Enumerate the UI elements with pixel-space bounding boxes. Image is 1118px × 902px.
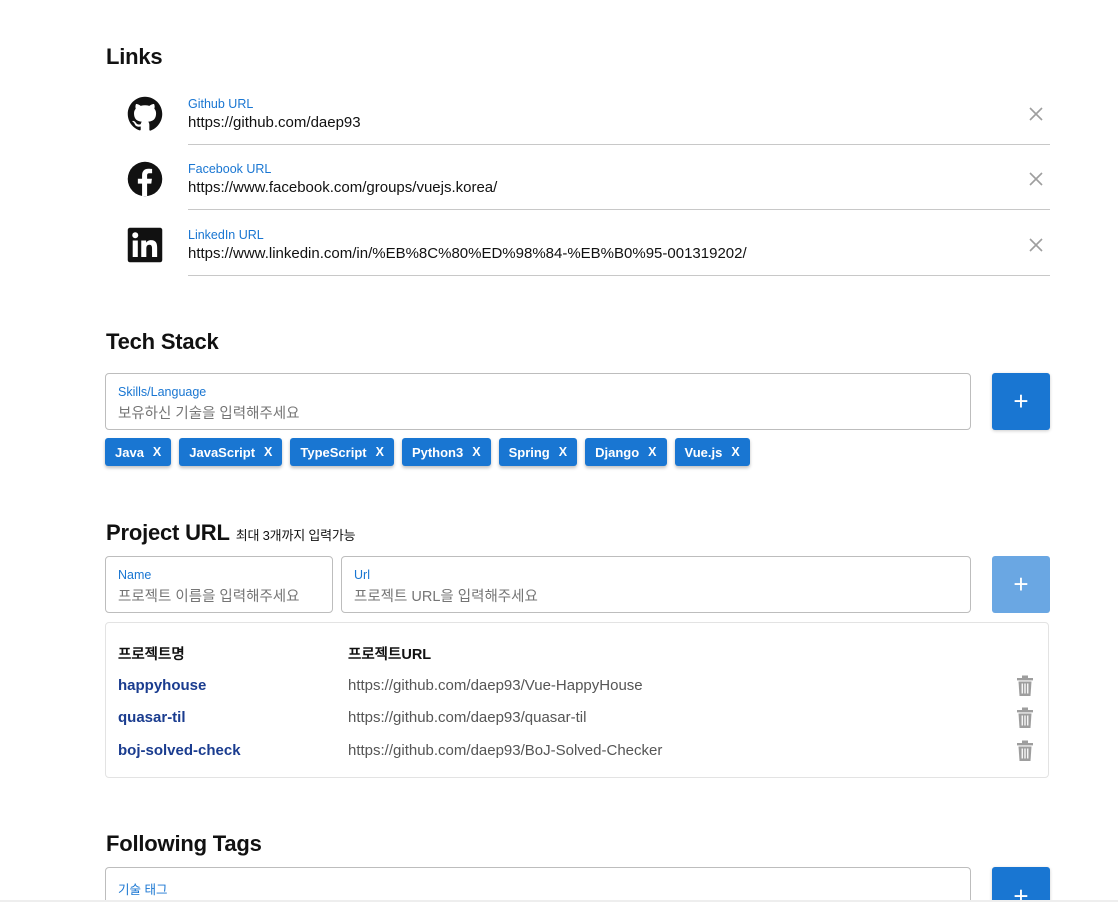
facebook-url-field[interactable]: Facebook URL https://www.facebook.com/gr… [188, 154, 1050, 210]
linkedin-url-value[interactable]: https://www.linkedin.com/in/%EB%8C%80%ED… [188, 245, 747, 262]
project-name-link[interactable]: happyhouse [118, 677, 206, 694]
skill-chip[interactable]: Python3 X [401, 438, 491, 466]
skills-input-label: Skills/Language [118, 385, 207, 399]
table-row: happyhouse https://github.com/daep93/Vue… [106, 673, 1048, 703]
github-link-row: Github URL https://github.com/daep93 [106, 89, 1050, 145]
skill-chip[interactable]: Vue.js X [674, 438, 750, 466]
table-row: quasar-til https://github.com/daep93/qua… [106, 705, 1048, 735]
project-name-link[interactable]: boj-solved-check [118, 742, 241, 759]
github-clear-icon[interactable] [1026, 104, 1046, 124]
skill-chip-label: Java [115, 444, 144, 460]
skill-chip-label: Django [595, 444, 640, 460]
chip-remove-icon[interactable]: X [153, 445, 161, 459]
skill-chip[interactable]: Spring X [498, 438, 578, 466]
project-url-title: Project URL 최대 3개까지 입력가능 [106, 520, 356, 546]
chip-remove-icon[interactable]: X [648, 445, 656, 459]
linkedin-url-label: LinkedIn URL [188, 228, 264, 242]
chip-remove-icon[interactable]: X [559, 445, 567, 459]
chip-remove-icon[interactable]: X [731, 445, 739, 459]
github-icon [127, 96, 163, 131]
facebook-url-value[interactable]: https://www.facebook.com/groups/vuejs.ko… [188, 179, 497, 196]
trash-icon[interactable] [1016, 707, 1034, 729]
skill-chip-label: Spring [508, 444, 550, 460]
skill-chip[interactable]: TypeScript X [290, 438, 394, 466]
skill-chip-label: Vue.js [684, 444, 723, 460]
project-url-title-text: Project URL [106, 520, 230, 545]
linkedin-link-row: LinkedIn URL https://www.linkedin.com/in… [106, 220, 1050, 276]
project-name-label: Name [118, 568, 152, 582]
skill-chip[interactable]: Java X [105, 438, 172, 466]
project-name-placeholder: 프로젝트 이름을 입력해주세요 [118, 589, 300, 605]
add-skill-button[interactable]: + [992, 373, 1050, 430]
add-project-button[interactable]: + [992, 556, 1050, 613]
links-title: Links [106, 44, 163, 69]
project-url-placeholder: 프로젝트 URL을 입력해주세요 [354, 589, 538, 605]
skill-chip-label: JavaScript [189, 444, 256, 460]
github-url-field[interactable]: Github URL https://github.com/daep93 [188, 89, 1050, 145]
project-url-text: https://github.com/daep93/Vue-HappyHouse [348, 677, 643, 694]
project-url-text: https://github.com/daep93/BoJ-Solved-Che… [348, 742, 663, 759]
project-name-input[interactable]: Name 프로젝트 이름을 입력해주세요 [105, 556, 333, 613]
facebook-link-row: Facebook URL https://www.facebook.com/gr… [106, 154, 1050, 210]
skill-chip[interactable]: JavaScript X [179, 438, 283, 466]
github-url-label: Github URL [188, 97, 254, 111]
column-header-url: 프로젝트URL [348, 647, 432, 663]
skills-input[interactable]: Skills/Language 보유하신 기술을 입력해주세요 [105, 373, 971, 430]
trash-icon[interactable] [1016, 740, 1034, 762]
table-row: boj-solved-check https://github.com/daep… [106, 738, 1048, 768]
following-tags-label: 기술 태그 [118, 883, 168, 897]
following-tags-input[interactable]: 기술 태그 [105, 867, 971, 902]
project-url-subtitle: 최대 3개까지 입력가능 [235, 528, 356, 543]
following-tags-title: Following Tags [106, 831, 262, 856]
skill-chips: Java X JavaScript X TypeScript X Python3 X S… [105, 438, 750, 466]
project-name-link[interactable]: quasar-til [118, 709, 186, 726]
facebook-icon [127, 161, 163, 197]
project-url-label: Url [354, 568, 370, 582]
skill-chip-label: TypeScript [300, 444, 367, 460]
column-header-name: 프로젝트명 [118, 647, 185, 663]
linkedin-url-field[interactable]: LinkedIn URL https://www.linkedin.com/in… [188, 220, 1050, 276]
facebook-url-label: Facebook URL [188, 162, 272, 176]
trash-icon[interactable] [1016, 675, 1034, 697]
project-table: 프로젝트명 프로젝트URL happyhouse https://github.… [105, 622, 1049, 778]
add-tag-button[interactable]: + [992, 867, 1050, 902]
linkedin-clear-icon[interactable] [1026, 235, 1046, 255]
skills-input-placeholder: 보유하신 기술을 입력해주세요 [118, 406, 300, 422]
skill-chip-label: Python3 [411, 444, 464, 460]
facebook-clear-icon[interactable] [1026, 169, 1046, 189]
github-url-value[interactable]: https://github.com/daep93 [188, 114, 361, 131]
skill-chip[interactable]: Django X [585, 438, 667, 466]
project-url-input[interactable]: Url 프로젝트 URL을 입력해주세요 [341, 556, 971, 613]
project-url-text: https://github.com/daep93/quasar-til [348, 709, 587, 726]
chip-remove-icon[interactable]: X [472, 445, 480, 459]
chip-remove-icon[interactable]: X [376, 445, 384, 459]
tech-stack-title: Tech Stack [106, 329, 219, 354]
linkedin-icon [127, 227, 163, 263]
chip-remove-icon[interactable]: X [264, 445, 272, 459]
